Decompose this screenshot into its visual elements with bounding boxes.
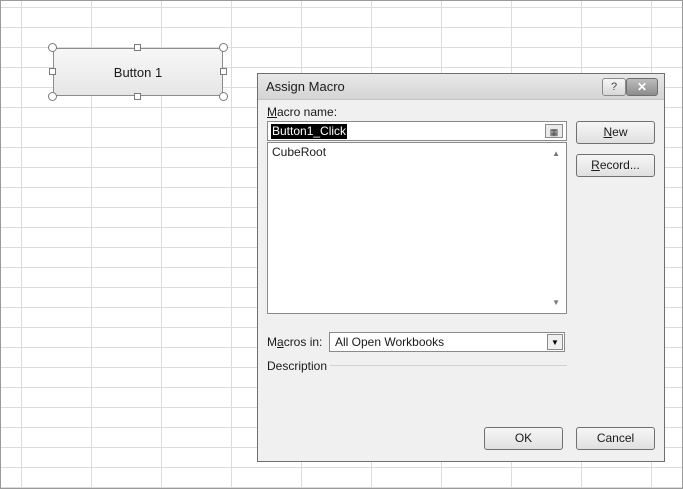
form-button-label: Button 1 <box>113 64 163 80</box>
resize-handle-bottom-right[interactable] <box>219 92 228 101</box>
resize-handle-right[interactable] <box>220 68 227 75</box>
resize-handle-bottom-left[interactable] <box>48 92 57 101</box>
form-button[interactable]: Button 1 <box>53 48 223 96</box>
macro-name-label: Macro name: <box>267 105 338 119</box>
new-button[interactable]: New <box>576 121 655 144</box>
cell-picker-icon[interactable]: ▦ <box>545 124 563 138</box>
scroll-down-icon[interactable]: ▼ <box>552 298 560 307</box>
chevron-down-icon[interactable]: ▼ <box>547 334 563 350</box>
dialog-titlebar[interactable]: Assign Macro ? ✕ <box>258 74 664 100</box>
resize-handle-top-left[interactable] <box>48 43 57 52</box>
cancel-button[interactable]: Cancel <box>576 427 655 450</box>
description-divider <box>330 365 567 366</box>
macro-name-value: Button1_Click <box>271 124 348 139</box>
resize-handle-bottom[interactable] <box>134 93 141 100</box>
resize-handle-left[interactable] <box>49 68 56 75</box>
help-button[interactable]: ? <box>602 78 626 96</box>
dialog-title: Assign Macro <box>266 79 345 94</box>
assign-macro-dialog: Assign Macro ? ✕ Macro name: Button1_Cli… <box>257 73 665 462</box>
ok-button[interactable]: OK <box>484 427 563 450</box>
scroll-up-icon[interactable]: ▲ <box>552 149 560 158</box>
macros-in-value: All Open Workbooks <box>335 335 445 349</box>
macro-name-input[interactable]: Button1_Click ▦ <box>267 121 567 141</box>
description-label: Description <box>267 359 328 373</box>
macro-list[interactable]: CubeRoot ▲ ▼ <box>267 142 567 314</box>
list-item[interactable]: CubeRoot <box>272 145 326 159</box>
macros-in-select[interactable]: All Open Workbooks ▼ <box>329 332 565 352</box>
close-button[interactable]: ✕ <box>626 78 658 96</box>
resize-handle-top-right[interactable] <box>219 43 228 52</box>
macros-in-label: Macros in: <box>267 335 323 349</box>
record-button[interactable]: Record... <box>576 154 655 177</box>
resize-handle-top[interactable] <box>134 44 141 51</box>
